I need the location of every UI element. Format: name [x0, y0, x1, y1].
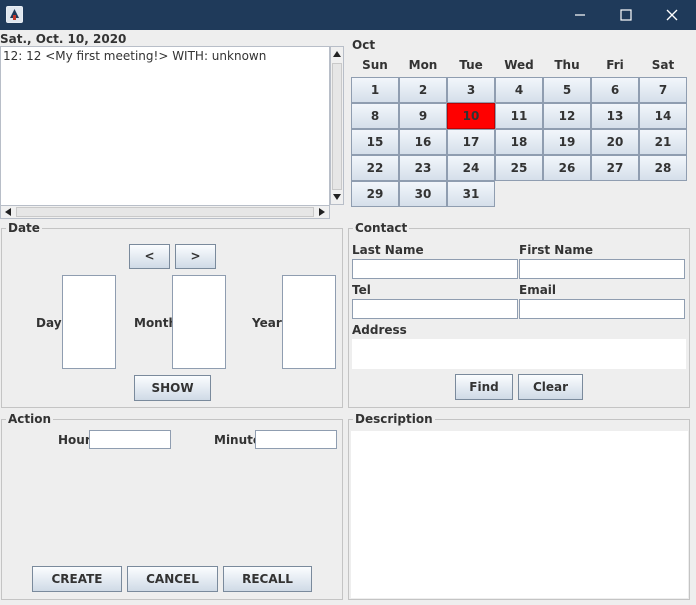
calendar-day[interactable]: 23 — [399, 155, 447, 181]
calendar-day[interactable]: 7 — [639, 77, 687, 103]
calendar-day[interactable]: 30 — [399, 181, 447, 207]
calendar-day[interactable]: 11 — [495, 103, 543, 129]
calendar-day[interactable]: 12 — [543, 103, 591, 129]
first-name-field[interactable] — [519, 259, 685, 279]
maximize-icon — [620, 9, 632, 21]
agenda-horizontal-scrollbar[interactable] — [0, 205, 330, 219]
close-icon — [666, 9, 678, 21]
next-button[interactable]: > — [175, 244, 216, 269]
calendar-month-label: Oct — [352, 38, 376, 52]
calendar-day[interactable]: 2 — [399, 77, 447, 103]
weekday-header: Thu — [554, 58, 580, 72]
address-field[interactable] — [352, 339, 686, 369]
recall-button[interactable]: RECALL — [223, 566, 312, 592]
vertical-scroll-thumb[interactable] — [332, 63, 342, 190]
contact-panel-title: Contact — [355, 221, 408, 235]
year-list[interactable] — [282, 275, 336, 369]
maximize-button[interactable] — [603, 0, 649, 30]
calendar-day[interactable]: 8 — [351, 103, 399, 129]
tel-field[interactable] — [352, 299, 518, 319]
calendar-day[interactable]: 28 — [639, 155, 687, 181]
calendar-day[interactable]: 3 — [447, 77, 495, 103]
prev-button[interactable]: < — [129, 244, 170, 269]
find-button[interactable]: Find — [455, 374, 513, 400]
agenda-date-header: Sat., Oct. 10, 2020 — [0, 32, 127, 46]
calendar-day[interactable]: 26 — [543, 155, 591, 181]
close-button[interactable] — [649, 0, 695, 30]
calendar-day[interactable]: 24 — [447, 155, 495, 181]
calendar-day[interactable]: 21 — [639, 129, 687, 155]
calendar-day[interactable]: 29 — [351, 181, 399, 207]
address-label: Address — [352, 323, 407, 337]
calendar-day-selected[interactable]: 10 — [447, 103, 495, 129]
tel-label: Tel — [352, 283, 371, 297]
weekday-header: Sun — [362, 58, 388, 72]
agenda-entry: 12: 12 <My first meeting!> WITH: unknown — [3, 49, 267, 63]
scroll-right-icon[interactable] — [319, 208, 325, 216]
calendar-day[interactable]: 14 — [639, 103, 687, 129]
date-panel-title: Date — [8, 221, 40, 235]
action-panel-title: Action — [8, 412, 52, 426]
calendar-day[interactable]: 18 — [495, 129, 543, 155]
minimize-icon — [575, 14, 585, 16]
cancel-button[interactable]: CANCEL — [127, 566, 218, 592]
calendar-day[interactable]: 4 — [495, 77, 543, 103]
weekday-header: Tue — [459, 58, 483, 72]
show-button[interactable]: SHOW — [134, 375, 211, 401]
scroll-up-icon[interactable] — [333, 51, 341, 57]
calendar-day[interactable]: 25 — [495, 155, 543, 181]
description-text-area[interactable] — [351, 431, 688, 598]
last-name-label: Last Name — [352, 243, 424, 257]
month-list[interactable] — [172, 275, 226, 369]
clear-button[interactable]: Clear — [518, 374, 583, 400]
calendar-day[interactable]: 17 — [447, 129, 495, 155]
day-list[interactable] — [62, 275, 116, 369]
email-label: Email — [519, 283, 557, 297]
minimize-button[interactable] — [557, 0, 603, 30]
hour-field[interactable] — [89, 430, 171, 449]
weekday-header: Sat — [651, 58, 675, 72]
app-client-area: Sat., Oct. 10, 2020 12: 12 <My first mee… — [0, 30, 696, 605]
year-label: Year — [252, 316, 282, 330]
create-button[interactable]: CREATE — [32, 566, 122, 592]
day-label: Day — [36, 316, 62, 330]
calendar-day[interactable]: 1 — [351, 77, 399, 103]
agenda-text-area[interactable]: 12: 12 <My first meeting!> WITH: unknown — [0, 46, 330, 206]
calendar-day[interactable]: 9 — [399, 103, 447, 129]
calendar-day[interactable]: 13 — [591, 103, 639, 129]
description-panel-title: Description — [355, 412, 433, 426]
email-field[interactable] — [519, 299, 685, 319]
horizontal-scroll-thumb[interactable] — [16, 207, 314, 217]
calendar-day[interactable]: 5 — [543, 77, 591, 103]
agenda-vertical-scrollbar[interactable] — [330, 46, 344, 205]
app-icon — [6, 6, 23, 23]
hour-label: Hour — [58, 433, 91, 447]
scroll-left-icon[interactable] — [5, 208, 11, 216]
scroll-down-icon[interactable] — [333, 194, 341, 200]
month-label: Month — [134, 316, 178, 330]
weekday-header: Fri — [606, 58, 624, 72]
calendar-day[interactable]: 27 — [591, 155, 639, 181]
last-name-field[interactable] — [352, 259, 518, 279]
calendar-day[interactable]: 15 — [351, 129, 399, 155]
first-name-label: First Name — [519, 243, 594, 257]
minute-label: Minute — [214, 433, 262, 447]
minute-field[interactable] — [255, 430, 337, 449]
calendar-day[interactable]: 16 — [399, 129, 447, 155]
title-bar — [0, 0, 696, 30]
calendar-day[interactable]: 20 — [591, 129, 639, 155]
calendar-day[interactable]: 22 — [351, 155, 399, 181]
calendar-day[interactable]: 6 — [591, 77, 639, 103]
calendar-day[interactable]: 19 — [543, 129, 591, 155]
weekday-header: Mon — [408, 58, 438, 72]
calendar-day[interactable]: 31 — [447, 181, 495, 207]
weekday-header: Wed — [504, 58, 534, 72]
